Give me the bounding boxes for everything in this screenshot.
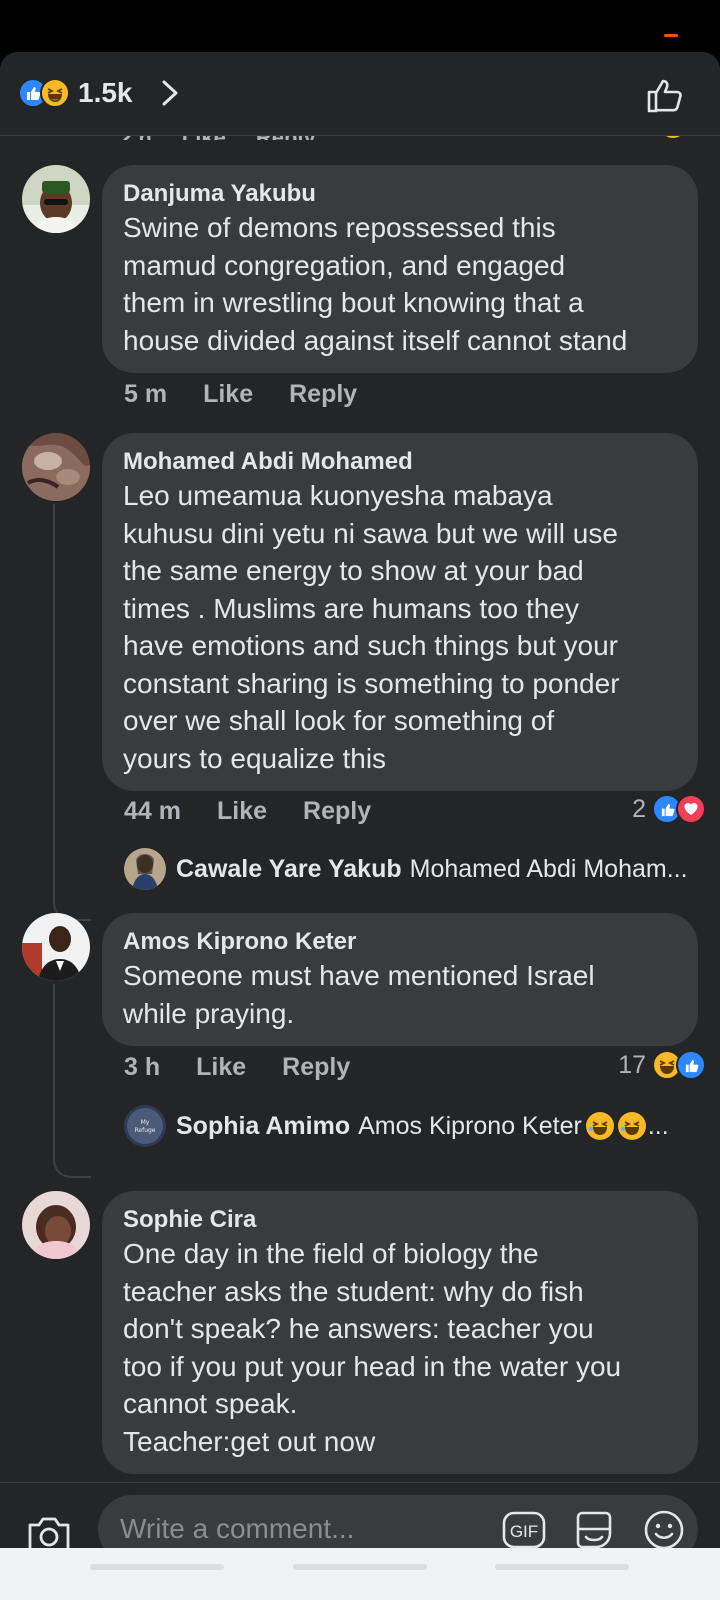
comment-bubble[interactable]: Amos Kiprono Keter Someone must have men… <box>102 913 698 1046</box>
haha-icon <box>40 78 70 108</box>
thumbs-up-icon[interactable] <box>646 76 686 114</box>
nav-handle-left[interactable] <box>90 1564 224 1570</box>
thread-line <box>53 984 91 1178</box>
reaction-summary[interactable]: 1.5k <box>18 77 133 108</box>
avatar[interactable] <box>22 433 90 501</box>
thread-line <box>53 504 91 921</box>
comment-time[interactable]: 3 h <box>124 1053 160 1082</box>
nav-handle-right[interactable] <box>495 1564 629 1570</box>
comment-bubble[interactable]: Mohamed Abdi Mohamed Leo umeamua kuonyes… <box>102 433 698 791</box>
nav-handle-center[interactable] <box>293 1564 427 1570</box>
comment-reactions[interactable]: 2 <box>632 794 706 824</box>
emoji-icon[interactable] <box>643 1509 685 1551</box>
svg-text:Refuge: Refuge <box>134 1127 155 1134</box>
like-button[interactable]: Like <box>203 380 253 409</box>
reply-button[interactable]: Reply <box>282 1053 350 1082</box>
reply-preview[interactable]: My Refuge Sophia Amimo Amos Kiprono Keter… <box>124 1104 704 1148</box>
comment-text: One day in the field of biology the teac… <box>123 1238 622 1457</box>
comments-sheet: 1.5k 2 hLikeReply Danjuma Yakubu Swine o… <box>0 52 720 1600</box>
comment-text: Swine of demons repossessed this mamud c… <box>123 212 628 356</box>
comment-reactions[interactable]: 17 <box>618 1050 706 1080</box>
reply-button[interactable]: Reply <box>303 797 371 826</box>
chevron-right-icon[interactable] <box>158 78 182 108</box>
rofl-emoji-icon <box>585 1112 614 1140</box>
sticker-icon[interactable] <box>572 1509 616 1553</box>
rofl-emoji-icon <box>617 1112 646 1140</box>
reply-text-ellipsis: ... <box>647 1111 669 1140</box>
reply-button[interactable]: Reply <box>289 380 357 409</box>
comment-actions: 44 m Like Reply <box>124 797 371 826</box>
avatar[interactable] <box>124 848 166 890</box>
reply-author[interactable]: Sophia Amimo <box>176 1112 350 1141</box>
avatar[interactable] <box>22 165 90 233</box>
comment-author[interactable]: Sophie Cira <box>123 1205 678 1235</box>
status-indicator <box>664 34 678 37</box>
reply-author[interactable]: Cawale Yare Yakub <box>176 855 402 884</box>
comment-text: Someone must have mentioned Israel while… <box>123 960 595 1029</box>
like-icon <box>676 1050 706 1080</box>
comment-bubble[interactable]: Danjuma Yakubu Swine of demons repossess… <box>102 165 698 373</box>
avatar[interactable]: My Refuge <box>124 1105 166 1147</box>
comment-time[interactable]: 5 m <box>124 380 167 409</box>
gif-icon[interactable]: GIF <box>502 1511 546 1549</box>
like-button[interactable]: Like <box>217 797 267 826</box>
reaction-count: 1.5k <box>78 77 133 108</box>
comment-bubble[interactable]: Sophie Cira One day in the field of biol… <box>102 1191 698 1474</box>
system-nav-bar <box>0 1548 720 1600</box>
comment-actions: 3 h Like Reply <box>124 1053 350 1082</box>
svg-text:GIF: GIF <box>510 1522 538 1541</box>
love-icon <box>676 794 706 824</box>
svg-text:My: My <box>141 1119 150 1126</box>
avatar[interactable] <box>22 913 90 981</box>
reply-text: Mohamed Abdi Moham... <box>409 854 688 883</box>
reply-preview[interactable]: Cawale Yare Yakub Mohamed Abdi Moham... <box>124 847 704 891</box>
comment-time[interactable]: 44 m <box>124 797 181 826</box>
comment-text: Leo umeamua kuonyesha mabaya kuhusu dini… <box>123 480 620 774</box>
reactions-header[interactable]: 1.5k <box>0 52 720 136</box>
reaction-count: 2 <box>632 794 646 823</box>
comment-actions: 5 m Like Reply <box>124 380 357 409</box>
reaction-count: 17 <box>618 1050 646 1079</box>
like-button[interactable]: Like <box>196 1053 246 1082</box>
status-bar <box>0 0 720 52</box>
comment-author[interactable]: Amos Kiprono Keter <box>123 927 678 957</box>
avatar[interactable] <box>22 1191 90 1259</box>
comment-author[interactable]: Mohamed Abdi Mohamed <box>123 447 678 477</box>
reply-text: Amos Kiprono Keter <box>358 1111 582 1140</box>
comment-author[interactable]: Danjuma Yakubu <box>123 179 678 209</box>
comment-placeholder[interactable]: Write a comment... <box>120 1513 354 1545</box>
